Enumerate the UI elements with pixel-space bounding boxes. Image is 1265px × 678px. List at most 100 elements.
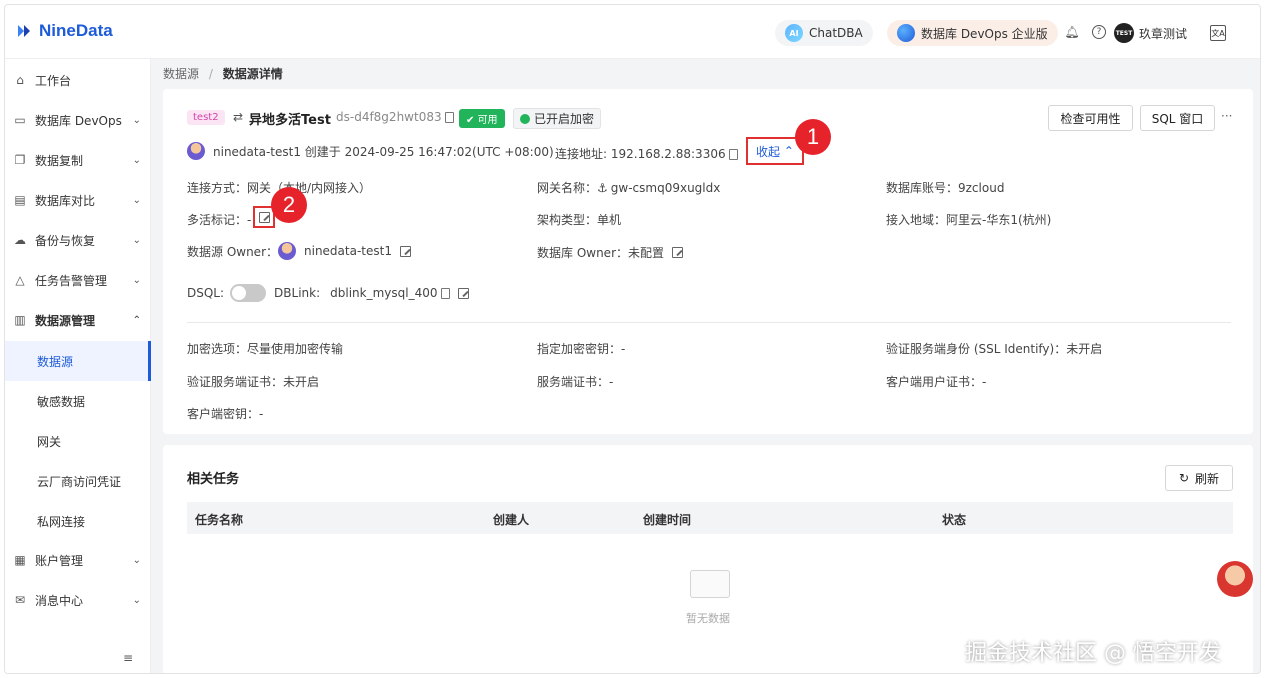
user-avatar[interactable]: TEST <box>1114 23 1134 43</box>
copy-icon: ❐ <box>14 153 26 167</box>
client-key: 客户端密钥：- <box>187 407 264 421</box>
datasource-name: 异地多活Test <box>249 113 331 128</box>
datasource-id: ds-d4f8g2hwt083 <box>336 110 455 124</box>
logo[interactable]: NineData <box>15 21 113 41</box>
breadcrumb-parent[interactable]: 数据源 <box>163 67 199 81</box>
datasource-id-text: ds-d4f8g2hwt083 <box>336 110 442 124</box>
sidebar-item-compare[interactable]: ▤ 数据库对比 ⌄ <box>5 180 151 220</box>
gateway-icon: ⚓︎ <box>597 180 608 195</box>
datasource-owner-value: ninedata-test1 <box>304 244 392 258</box>
column-header-creator: 创建人 <box>493 513 530 527</box>
ssl-identify: 验证服务端身份 (SSL Identify)：未开启 <box>886 342 1103 356</box>
devops-edition-label: 数据库 DevOps 企业版 <box>921 26 1048 41</box>
edit-icon[interactable] <box>458 287 470 299</box>
chevron-up-icon: ⌃ <box>783 144 794 158</box>
sidebar-item-replication[interactable]: ❐ 数据复制 ⌄ <box>5 140 151 180</box>
env-tag: test2 <box>187 110 225 125</box>
gateway-name-value[interactable]: gw-csmq09xugldx <box>611 181 721 195</box>
breadcrumb-current: 数据源详情 <box>222 67 283 81</box>
sidebar-item-label: 数据库对比 <box>35 193 96 208</box>
sidebar-item-devops[interactable]: ▭ 数据库 DevOps ⌄ <box>5 100 151 140</box>
dblink-value: dblink_mysql_400 <box>330 286 438 300</box>
language-icon[interactable]: 文A <box>1210 25 1226 41</box>
user-name[interactable]: 玖章测试 <box>1139 25 1187 42</box>
chevron-down-icon: ⌄ <box>132 554 141 566</box>
bell-icon[interactable]: 🔔︎ <box>1064 25 1079 39</box>
database-icon: ▥ <box>14 313 26 327</box>
sidebar-item-alarm[interactable]: △ 任务告警管理 ⌄ <box>5 260 151 300</box>
chevron-down-icon: ⌄ <box>132 594 141 606</box>
column-header-status: 状态 <box>942 513 967 527</box>
section-title: 相关任务 <box>187 472 240 487</box>
cloud-icon: ☁︎ <box>14 233 26 247</box>
edit-icon[interactable] <box>399 245 411 257</box>
gateway-name: 网关名称： ⚓︎ gw-csmq09xugldx <box>537 179 720 196</box>
sidebar-item-label: 账户管理 <box>35 553 84 568</box>
chevron-down-icon: ⌄ <box>132 194 141 206</box>
datasource-owner-label: 数据源 Owner： <box>187 244 278 259</box>
top-bar: NineData AI ChatDBA 数据库 DevOps 企业版 🔔︎ ? … <box>5 5 1260 59</box>
chatdba-button[interactable]: AI ChatDBA <box>775 20 873 46</box>
sidebar-item-label: 任务告警管理 <box>35 273 108 288</box>
copy-icon[interactable] <box>445 112 455 123</box>
more-options-icon[interactable]: ··· <box>1221 109 1232 123</box>
copy-icon[interactable] <box>729 149 739 160</box>
watermark-text: 掘金技术社区 @ 悟空开发 <box>965 641 1221 666</box>
encryption-key: 指定加密密钥：- <box>537 342 626 356</box>
help-icon[interactable]: ? <box>1092 25 1106 39</box>
home-icon: ⌂ <box>16 73 24 87</box>
datasource-detail-card: test2 ⇄ 异地多活Test ds-d4f8g2hwt083 ✔ 可用 已开… <box>163 89 1253 434</box>
encryption-option: 加密选项：尽量使用加密传输 <box>187 342 344 356</box>
annotation-marker-2: 2 <box>271 187 307 223</box>
sidebar-item-label: 数据源管理 <box>35 313 96 328</box>
column-header-task-name: 任务名称 <box>195 513 244 527</box>
encryption-badge: 已开启加密 <box>513 108 602 129</box>
empty-state-text: 暂无数据 <box>686 612 730 625</box>
collapse-label: 收起 <box>756 144 781 159</box>
devops-edition-button[interactable]: 数据库 DevOps 企业版 <box>887 20 1058 46</box>
chevron-down-icon: ⌄ <box>132 114 141 126</box>
copy-icon[interactable] <box>441 287 451 299</box>
app-window: NineData AI ChatDBA 数据库 DevOps 企业版 🔔︎ ? … <box>4 4 1261 674</box>
sidebar-item-backup[interactable]: ☁︎ 备份与恢复 ⌄ <box>5 220 151 260</box>
edit-icon[interactable] <box>672 247 683 258</box>
sidebar-item-label: 数据复制 <box>35 153 84 168</box>
server-cert: 服务端证书：- <box>537 375 614 389</box>
sidebar-subitem-datasource[interactable]: 数据源 <box>5 341 151 381</box>
ai-icon: AI <box>785 24 803 42</box>
encryption-text: 已开启加密 <box>534 112 595 126</box>
brand-name: NineData <box>39 21 113 40</box>
breadcrumb: 数据源 / 数据源详情 <box>163 65 283 82</box>
ninedata-logo-icon <box>18 25 30 37</box>
sidebar-subitem-sensitive-data[interactable]: 敏感数据 <box>5 381 151 421</box>
sidebar-item-datasource-mgmt[interactable]: ▥ 数据源管理 ⌃ <box>5 300 151 340</box>
dsql-toggle[interactable] <box>230 284 267 302</box>
datasource-owner: 数据源 Owner： ninedata-test1 <box>187 242 411 260</box>
sidebar-subitem-cloud-credentials[interactable]: 云厂商访问凭证 <box>5 461 151 501</box>
sidebar-subitem-gateway[interactable]: 网关 <box>5 421 151 461</box>
compare-icon: ▤ <box>14 193 26 207</box>
refresh-button[interactable]: ↻ 刷新 <box>1165 465 1233 491</box>
sidebar-subitem-private-link[interactable]: 私网连接 <box>5 501 151 541</box>
sidebar-item-label: 工作台 <box>35 73 72 88</box>
database-owner-text: 数据库 Owner：未配置 <box>537 246 664 260</box>
globe-icon <box>897 24 915 42</box>
active-mark: 多活标记：- <box>187 213 252 227</box>
sidebar-item-workbench[interactable]: ⌂ 工作台 <box>5 60 151 100</box>
divider <box>187 322 1231 323</box>
collapse-sidebar-icon[interactable]: ≡ <box>123 651 133 665</box>
sidebar-item-messages[interactable]: ✉︎ 消息中心 ⌄ <box>5 580 151 620</box>
monitor-icon: ▭ <box>14 113 26 127</box>
architecture-type: 架构类型：单机 <box>537 213 622 227</box>
status-text: 可用 <box>477 115 498 126</box>
sidebar-item-label: 消息中心 <box>35 593 84 608</box>
sql-window-button[interactable]: SQL 窗口 <box>1140 105 1215 131</box>
check-circle-icon <box>520 113 530 124</box>
database-owner: 数据库 Owner：未配置 <box>537 244 683 261</box>
chevron-down-icon: ⌄ <box>132 274 141 286</box>
sidebar: ⌂ 工作台 ▭ 数据库 DevOps ⌄ ❐ 数据复制 ⌄ ▤ 数据库对比 ⌄ … <box>5 59 151 673</box>
check-availability-button[interactable]: 检查可用性 <box>1048 105 1133 131</box>
chatdba-label: ChatDBA <box>809 26 863 40</box>
customer-service-avatar[interactable] <box>1217 561 1253 597</box>
sidebar-item-account[interactable]: ▦ 账户管理 ⌄ <box>5 540 151 580</box>
